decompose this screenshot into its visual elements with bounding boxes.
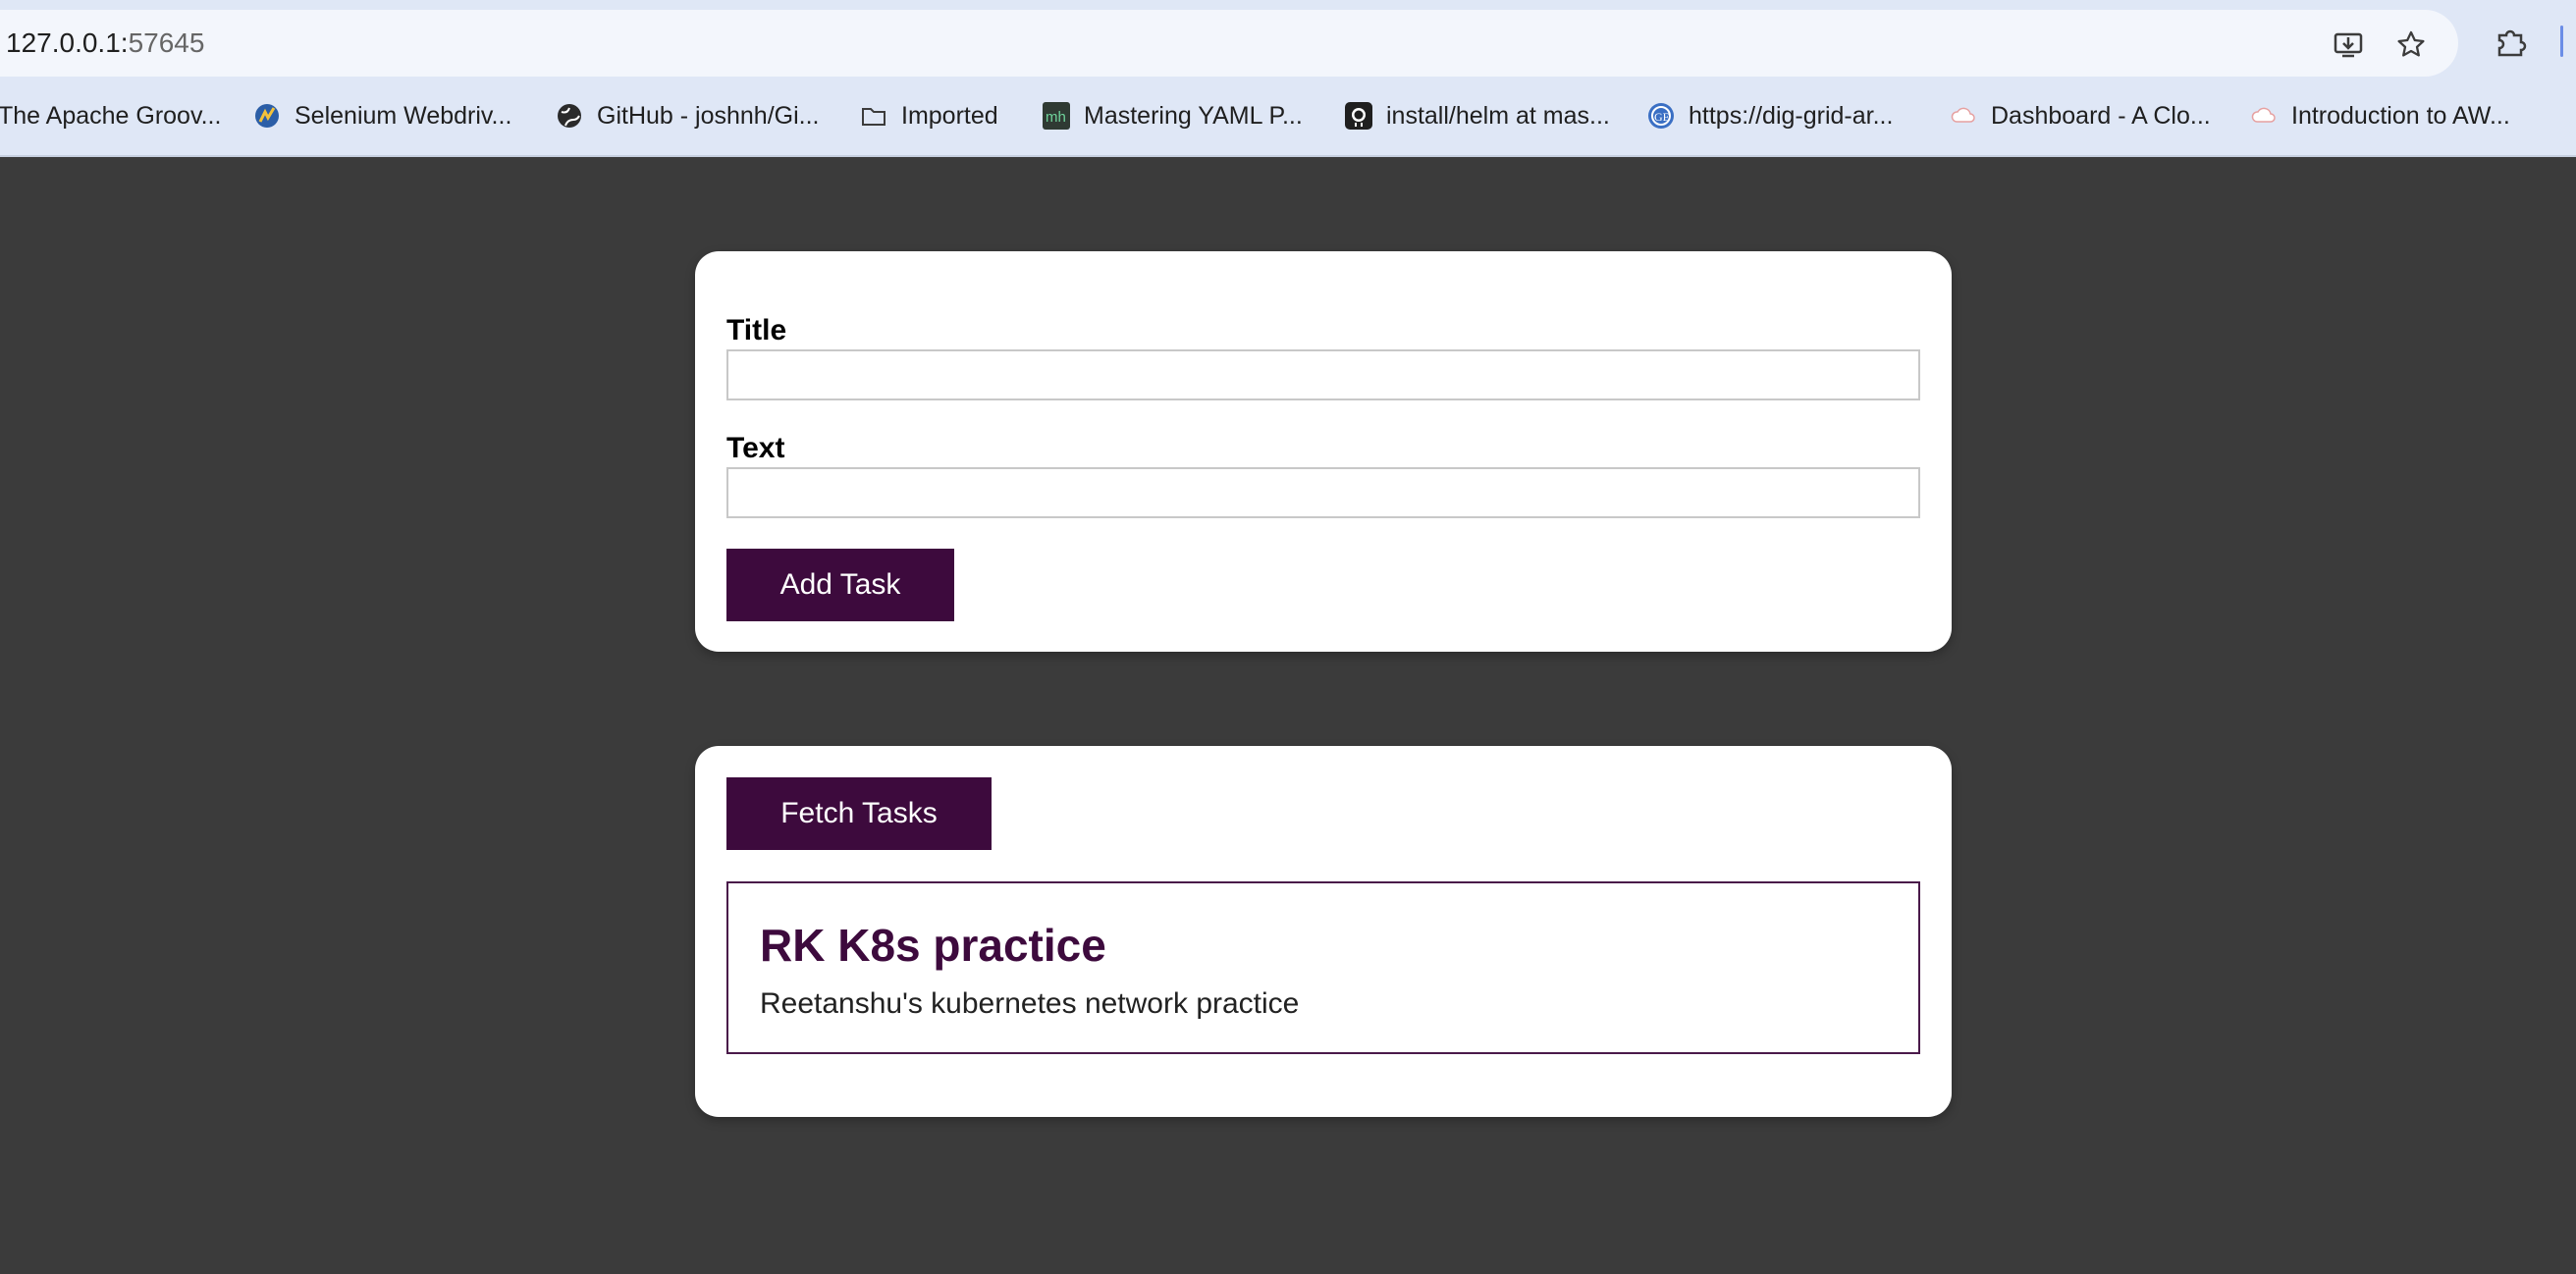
cloud-icon xyxy=(1951,107,1975,123)
bookmark-aws-intro[interactable]: Introduction to AW... xyxy=(2250,94,2510,137)
bookmark-github-joshnh[interactable]: GitHub - joshnh/Gi... xyxy=(556,94,819,137)
url-text[interactable]: 127.0.0.1:57645 xyxy=(6,27,204,59)
bookmark-label: GitHub - joshnh/Gi... xyxy=(597,101,820,130)
bookmark-label: Introduction to AW... xyxy=(2291,101,2510,130)
task-item: RK K8s practice Reetanshu's kubernetes n… xyxy=(726,881,1920,1054)
browser-chrome: 127.0.0.1:57645 The Apache Groov... Sele… xyxy=(0,0,2576,157)
profile-divider xyxy=(2560,26,2563,57)
bookmark-dashboard[interactable]: Dashboard - A Clo... xyxy=(1950,94,2211,137)
address-bar[interactable]: 127.0.0.1:57645 xyxy=(0,10,2458,77)
bookmark-label: The Apache Groov... xyxy=(0,101,222,130)
bookmark-groovy[interactable]: The Apache Groov... xyxy=(0,94,221,137)
bookmark-dig-grid[interactable]: GE https://dig-grid-ar... xyxy=(1647,94,1893,137)
selenium-icon xyxy=(255,104,279,128)
title-input[interactable] xyxy=(726,349,1920,400)
install-app-icon[interactable] xyxy=(2333,29,2364,61)
svg-text:GE: GE xyxy=(1654,110,1670,124)
bookmarks-bar: The Apache Groov... Selenium Webdriv... … xyxy=(0,94,2576,137)
mh-icon: mh xyxy=(1043,102,1070,130)
bookmark-label: Mastering YAML P... xyxy=(1084,101,1303,130)
add-task-button[interactable]: Add Task xyxy=(726,549,954,621)
cloud-icon xyxy=(2251,107,2276,123)
title-label: Title xyxy=(726,314,787,346)
bookmark-label: Selenium Webdriv... xyxy=(295,101,512,130)
text-input[interactable] xyxy=(726,467,1920,518)
github-icon xyxy=(1345,102,1372,130)
folder-icon xyxy=(862,108,886,126)
add-task-card: Title Text Add Task xyxy=(695,251,1952,652)
bookmark-star-icon[interactable] xyxy=(2395,29,2427,61)
extensions-icon[interactable] xyxy=(2494,26,2527,59)
task-list-card: Fetch Tasks RK K8s practice Reetanshu's … xyxy=(695,746,1952,1117)
bookmark-label: install/helm at mas... xyxy=(1386,101,1610,130)
url-host: 127.0.0.1: xyxy=(6,27,129,58)
globe-icon xyxy=(558,104,581,128)
bookmark-yaml[interactable]: mh Mastering YAML P... xyxy=(1043,94,1303,137)
svg-text:mh: mh xyxy=(1046,109,1066,126)
fetch-tasks-button[interactable]: Fetch Tasks xyxy=(726,777,992,850)
bookmark-label: Dashboard - A Clo... xyxy=(1991,101,2211,130)
bookmark-folder-imported[interactable]: Imported xyxy=(860,94,998,137)
bookmark-selenium[interactable]: Selenium Webdriv... xyxy=(253,94,511,137)
ge-icon: GE xyxy=(1648,103,1674,129)
text-label: Text xyxy=(726,432,785,464)
bookmark-label: Imported xyxy=(901,101,998,130)
url-port: 57645 xyxy=(128,27,205,58)
task-title: RK K8s practice xyxy=(760,920,1106,971)
bookmark-label: https://dig-grid-ar... xyxy=(1689,101,1894,130)
task-text: Reetanshu's kubernetes network practice xyxy=(760,987,1300,1020)
bookmark-helm[interactable]: install/helm at mas... xyxy=(1345,94,1610,137)
